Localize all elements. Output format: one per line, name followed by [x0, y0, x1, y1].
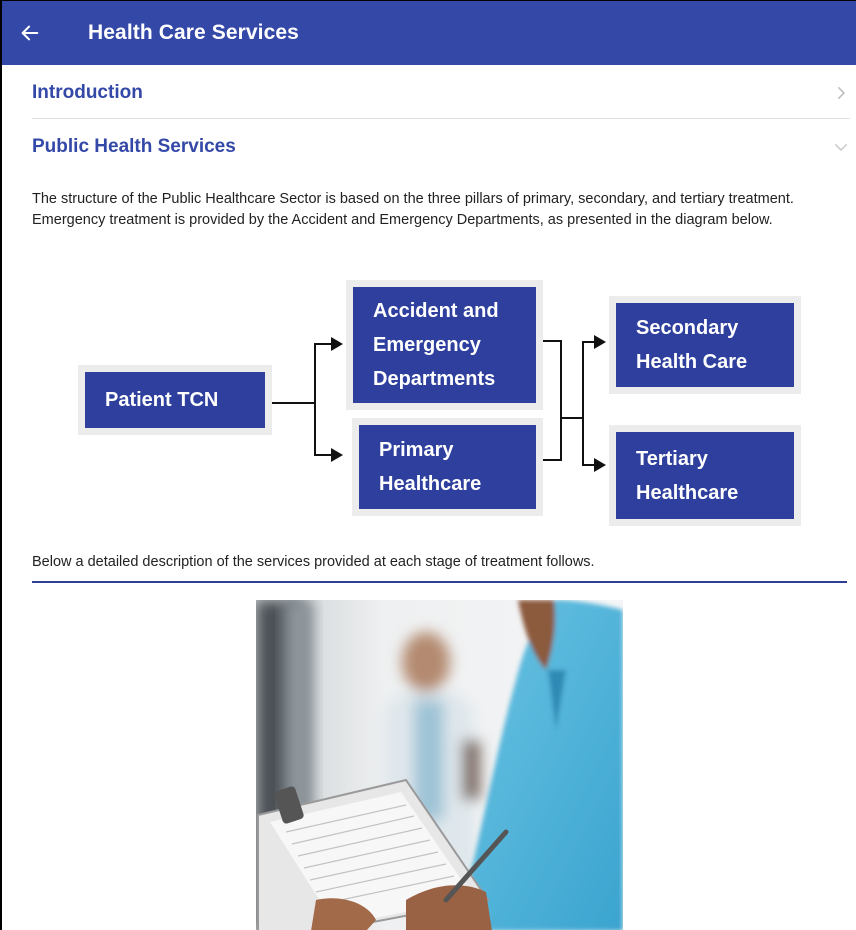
node-patient-tcn: Patient TCN — [85, 372, 265, 428]
node-text-line: Emergency — [373, 334, 481, 356]
below-paragraph: Below a detailed description of the serv… — [32, 554, 595, 570]
connector-line — [560, 417, 562, 461]
node-text-line: Departments — [373, 368, 496, 390]
chevron-down-icon — [835, 144, 847, 151]
connector-line — [314, 343, 316, 455]
node-tertiary-text: Tertiary Healthcare — [636, 442, 738, 510]
node-accident-emergency-text: Accident and Emergency Departments — [373, 294, 499, 396]
arrow-head — [594, 458, 606, 472]
connector-line — [582, 341, 584, 465]
arrow-head — [594, 335, 606, 349]
intro-paragraph: The structure of the Public Healthcare S… — [32, 191, 794, 228]
node-text-line: Health Care — [636, 351, 748, 373]
chevron-right-icon — [838, 87, 845, 99]
section-introduction[interactable]: Introduction — [32, 71, 850, 115]
healthcare-structure-diagram: Patient TCN Accident and Emergency Depar… — [72, 279, 812, 529]
photo-illustration — [256, 600, 623, 930]
node-tertiary-healthcare: Tertiary Healthcare — [616, 432, 794, 519]
section-introduction-label: Introduction — [32, 82, 143, 103]
arrow-head — [331, 337, 343, 351]
node-accident-emergency: Accident and Emergency Departments — [353, 287, 536, 403]
node-text-line: Tertiary — [636, 447, 708, 470]
arrow-head — [331, 448, 343, 462]
connector-line — [314, 343, 332, 345]
back-button[interactable] — [2, 1, 58, 65]
section-public-health-label: Public Health Services — [32, 136, 236, 157]
node-text-line: Healthcare — [636, 481, 739, 504]
connector-line — [314, 454, 332, 456]
nurse-with-clipboard-photo — [256, 600, 623, 930]
node-primary-healthcare-text: Primary Healthcare — [379, 433, 481, 501]
node-primary-healthcare: Primary Healthcare — [359, 425, 536, 509]
node-text-line: Accident and — [373, 300, 499, 322]
arrow-left-icon — [21, 25, 39, 41]
connector-line — [266, 402, 314, 404]
node-text-line: Primary — [379, 439, 454, 461]
node-text-line: Secondary — [636, 317, 739, 339]
node-patient-tcn-label: Patient TCN — [105, 389, 219, 411]
section-divider — [32, 118, 850, 119]
section-public-health[interactable]: Public Health Services — [32, 125, 850, 169]
node-secondary-health-care: Secondary Health Care — [616, 303, 794, 387]
connector-line — [560, 417, 582, 419]
app-frame: Health Care Services Introduction Public… — [0, 0, 856, 930]
node-secondary-text: Secondary Health Care — [636, 311, 747, 379]
connector-line — [538, 340, 560, 342]
connector-line — [542, 459, 562, 461]
connector-line — [560, 340, 562, 417]
app-bar: Health Care Services — [2, 1, 856, 65]
section-rule — [32, 581, 847, 583]
page-title: Health Care Services — [88, 21, 299, 44]
node-text-line: Healthcare — [379, 473, 482, 495]
